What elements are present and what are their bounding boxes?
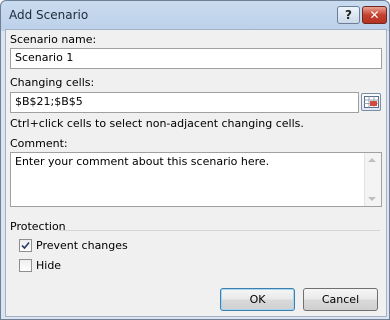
protection-divider	[58, 230, 380, 231]
prevent-changes-checkbox[interactable]	[19, 239, 32, 252]
comment-textarea[interactable]: Enter your comment about this scenario h…	[10, 152, 382, 207]
dialog-title: Add Scenario	[9, 8, 89, 22]
changing-cells-label: Changing cells:	[10, 76, 95, 89]
cancel-button[interactable]: Cancel	[303, 288, 378, 311]
hide-label[interactable]: Hide	[36, 259, 61, 272]
changing-cells-input[interactable]: $B$21;$B$5	[10, 92, 359, 113]
scroll-down-icon[interactable]	[368, 197, 376, 201]
scroll-up-icon[interactable]	[368, 158, 376, 162]
changing-cells-hint: Ctrl+click cells to select non-adjacent …	[10, 117, 304, 130]
help-button[interactable]: ?	[337, 6, 360, 24]
scenario-name-input[interactable]: Scenario 1	[10, 48, 382, 69]
ok-button[interactable]: OK	[220, 288, 295, 311]
range-selector-button[interactable]	[361, 93, 381, 111]
prevent-changes-label[interactable]: Prevent changes	[36, 239, 128, 252]
close-button[interactable]: ✕	[362, 6, 387, 24]
hide-checkbox[interactable]	[19, 259, 32, 272]
protection-group-label: Protection	[10, 220, 66, 233]
scenario-name-label: Scenario name:	[10, 33, 97, 46]
title-bar[interactable]: Add Scenario ? ✕	[1, 1, 389, 29]
add-scenario-dialog: Add Scenario ? ✕ Scenario name: Scenario…	[0, 0, 390, 320]
range-selector-icon	[364, 96, 379, 108]
comment-scrollbar[interactable]	[364, 153, 381, 206]
checkmark-icon	[21, 241, 30, 250]
comment-label: Comment:	[10, 137, 68, 150]
comment-text: Enter your comment about this scenario h…	[15, 155, 270, 168]
dialog-body: Scenario name: Scenario 1 Changing cells…	[5, 29, 387, 317]
